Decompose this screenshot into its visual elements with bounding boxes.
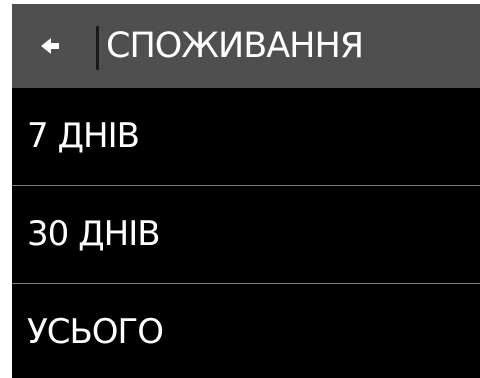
menu-item-label: УСЬОГО bbox=[27, 312, 164, 352]
menu-item-label: 7 ДНІВ bbox=[27, 116, 140, 156]
menu-item-total[interactable]: УСЬОГО bbox=[12, 283, 480, 378]
menu-item-label: 30 ДНІВ bbox=[27, 214, 161, 254]
menu-item-7-days[interactable]: 7 ДНІВ bbox=[12, 88, 480, 185]
back-arrow-icon bbox=[41, 38, 59, 54]
menu-item-30-days[interactable]: 30 ДНІВ bbox=[12, 185, 480, 283]
device-screen: СПОЖИВАННЯ 7 ДНІВ 30 ДНІВ УСЬОГО bbox=[12, 4, 480, 378]
menu-list: 7 ДНІВ 30 ДНІВ УСЬОГО bbox=[12, 88, 480, 378]
back-button[interactable] bbox=[12, 4, 96, 88]
page-title: СПОЖИВАННЯ bbox=[106, 26, 364, 66]
header-bar: СПОЖИВАННЯ bbox=[12, 4, 480, 88]
header-divider bbox=[96, 26, 99, 70]
